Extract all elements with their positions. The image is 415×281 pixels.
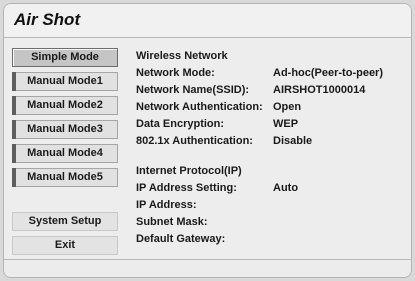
network-authentication-value: Open	[273, 101, 302, 113]
ip-address-row: IP Address:	[136, 197, 406, 214]
network-mode-row: Network Mode: Ad-hoc(Peer-to-peer)	[136, 65, 406, 82]
exit-label: Exit	[54, 239, 76, 251]
system-setup-button[interactable]: System Setup	[12, 212, 118, 231]
subnet-mask-row: Subnet Mask:	[136, 214, 406, 231]
network-name-row: Network Name(SSID): AIRSHOT1000014	[136, 82, 406, 99]
title-bar: Air Shot	[4, 4, 411, 38]
default-gateway-row: Default Gateway:	[136, 231, 406, 248]
subnet-mask-label: Subnet Mask:	[136, 216, 208, 228]
manual-mode4-label: Manual Mode4	[27, 147, 103, 159]
mode-indicator-edge	[12, 96, 16, 115]
app-title: Air Shot	[14, 10, 81, 29]
status-bar	[4, 259, 411, 277]
ip-address-label: IP Address:	[136, 199, 197, 211]
8021x-authentication-value: Disable	[273, 135, 313, 147]
mode-indicator-edge	[12, 120, 16, 139]
network-name-value: AIRSHOT1000014	[273, 84, 366, 96]
data-encryption-label: Data Encryption:	[136, 118, 225, 130]
network-authentication-label: Network Authentication:	[136, 101, 263, 113]
simple-mode-button[interactable]: Simple Mode	[12, 48, 118, 67]
8021x-authentication-label: 802.1x Authentication:	[136, 135, 253, 147]
network-authentication-row: Network Authentication: Open	[136, 99, 406, 116]
manual-mode1-button[interactable]: Manual Mode1	[12, 72, 118, 91]
wireless-network-heading: Wireless Network	[136, 50, 228, 62]
manual-mode5-button[interactable]: Manual Mode5	[12, 168, 118, 187]
mode-indicator-edge	[12, 144, 16, 163]
default-gateway-label: Default Gateway:	[136, 233, 226, 245]
manual-mode1-label: Manual Mode1	[27, 75, 103, 87]
network-name-label: Network Name(SSID):	[136, 84, 250, 96]
ip-address-setting-value: Auto	[273, 182, 299, 194]
exit-button[interactable]: Exit	[12, 236, 118, 255]
manual-mode3-label: Manual Mode3	[27, 123, 103, 135]
data-encryption-row: Data Encryption: WEP	[136, 116, 406, 133]
data-encryption-value: WEP	[273, 118, 299, 130]
mode-indicator-edge	[12, 72, 16, 91]
manual-mode2-label: Manual Mode2	[27, 99, 103, 111]
app-window: Air Shot Simple Mode Manual Mode1 Manual…	[3, 3, 412, 278]
ip-address-setting-row: IP Address Setting: Auto	[136, 180, 406, 197]
manual-mode4-button[interactable]: Manual Mode4	[12, 144, 118, 163]
8021x-authentication-row: 802.1x Authentication: Disable	[136, 133, 406, 150]
manual-mode3-button[interactable]: Manual Mode3	[12, 120, 118, 139]
manual-mode5-label: Manual Mode5	[27, 171, 103, 183]
settings-panel: Wireless Network Network Mode: Ad-hoc(Pe…	[136, 48, 406, 248]
ip-address-setting-label: IP Address Setting:	[136, 182, 237, 194]
network-mode-label: Network Mode:	[136, 67, 215, 79]
mode-sidebar: Simple Mode Manual Mode1 Manual Mode2 Ma…	[12, 48, 118, 192]
manual-mode2-button[interactable]: Manual Mode2	[12, 96, 118, 115]
mode-indicator-edge	[12, 168, 16, 187]
network-mode-value: Ad-hoc(Peer-to-peer)	[273, 67, 384, 79]
simple-mode-label: Simple Mode	[31, 51, 99, 63]
internet-protocol-heading: Internet Protocol(IP)	[136, 165, 242, 177]
system-setup-label: System Setup	[28, 215, 102, 227]
